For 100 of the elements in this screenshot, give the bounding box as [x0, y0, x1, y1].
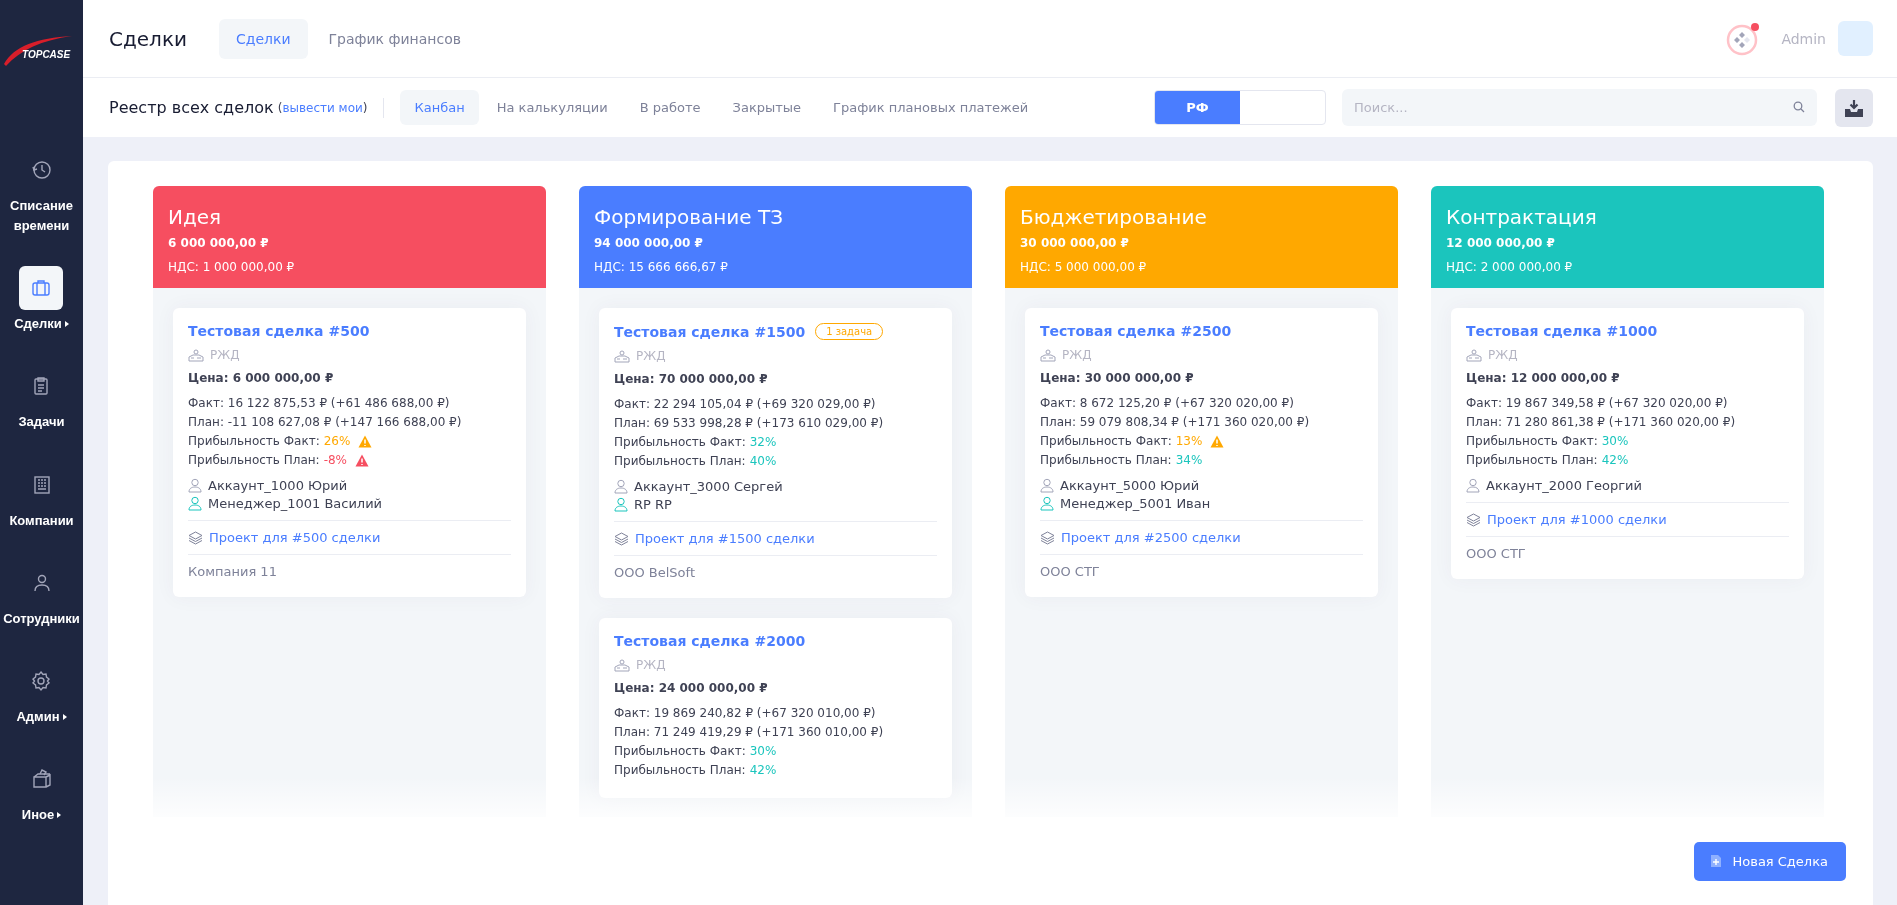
company-name: ООО BelSoft [614, 565, 696, 580]
layers-icon [614, 531, 629, 546]
layers-icon [1466, 512, 1481, 527]
header-tab[interactable]: Сделки [218, 18, 308, 59]
person-name: Аккаунт_3000 Сергей [634, 479, 783, 494]
profit-label: Прибыльность План: [1040, 452, 1172, 469]
fact-amount: Факт: 22 294 105,04 ₽ (+69 320 029,00 ₽) [614, 396, 877, 413]
plan-amount: План: -11 108 627,08 ₽ (+147 166 688,00 ₽) [188, 414, 463, 431]
deal-price: Цена: 6 000 000,00 ₽ [188, 371, 335, 385]
person-icon [614, 479, 628, 494]
deal-title[interactable]: Тестовая сделка #2500 [1040, 323, 1232, 339]
column-title: Бюджетирование [1020, 204, 1208, 231]
fact-amount: Факт: 19 867 349,58 ₽ (+67 320 020,00 ₽) [1466, 395, 1729, 412]
project-link[interactable]: Проект для #2500 сделки [1061, 530, 1241, 545]
notification-icon[interactable] [1725, 21, 1760, 56]
column-vat: НДС: 1 000 000,00 ₽ [168, 260, 296, 274]
profit-value: 42% [1601, 452, 1629, 469]
person-name: Аккаунт_1000 Юрий [208, 478, 348, 493]
deal-title[interactable]: Тестовая сделка #1000 [1466, 323, 1658, 339]
view-tab[interactable]: График плановых платежей [819, 90, 1043, 125]
client-name: РЖД [1488, 348, 1518, 362]
deal-price: Цена: 24 000 000,00 ₽ [614, 681, 769, 695]
client-name: РЖД [636, 349, 666, 363]
project-link[interactable]: Проект для #1000 сделки [1487, 512, 1667, 527]
plan-amount: План: 71 249 419,29 ₽ (+171 360 010,00 ₽) [614, 724, 885, 741]
layers-icon [188, 530, 203, 545]
profit-value: -8% [323, 452, 348, 469]
filter-link[interactable]: вывести мои [282, 100, 363, 115]
sidebar-item[interactable]: Иное [19, 757, 64, 826]
person-icon [1040, 496, 1054, 511]
person-icon [1466, 478, 1480, 493]
deal-price: Цена: 70 000 000,00 ₽ [614, 372, 769, 386]
view-tab[interactable]: В работе [625, 90, 715, 125]
client-name: РЖД [1062, 348, 1092, 362]
person-icon [1040, 478, 1054, 493]
view-tab[interactable]: На калькуляции [482, 90, 622, 125]
column-total: 6 000 000,00 ₽ [168, 236, 270, 250]
page-title: Сделки [109, 26, 187, 51]
view-tab[interactable]: Закрытые [718, 90, 816, 125]
download-icon [1844, 98, 1864, 117]
nav-icon [29, 158, 54, 182]
layers-icon [1040, 530, 1055, 545]
search-field[interactable]: Поиск... [1342, 89, 1817, 126]
profit-label: Прибыльность Факт: [1040, 433, 1172, 450]
profit-value: 13% [1175, 433, 1203, 450]
profit-label: Прибыльность Факт: [614, 743, 746, 760]
deal-title[interactable]: Тестовая сделка #500 [188, 323, 370, 339]
sidebar-item[interactable]: Списание времени [0, 148, 83, 237]
column-title: Идея [168, 204, 223, 231]
deal-price: Цена: 12 000 000,00 ₽ [1466, 371, 1621, 385]
profit-value: 40% [749, 453, 777, 470]
sidebar-item[interactable]: Админ [16, 658, 67, 727]
add-file-icon [1710, 854, 1723, 868]
profit-value: 42% [749, 762, 777, 779]
parenthesis: ( [277, 100, 283, 115]
project-link[interactable]: Проект для #500 сделки [209, 530, 381, 545]
profit-value: 34% [1175, 452, 1203, 469]
client-icon [1466, 348, 1482, 362]
profit-value: 30% [749, 743, 777, 760]
sidebar-item[interactable]: Задачи [18, 364, 65, 433]
project-link[interactable]: Проект для #1500 сделки [635, 531, 815, 546]
plan-amount: План: 59 079 808,34 ₽ (+171 360 020,00 ₽) [1040, 414, 1311, 431]
person-icon [614, 497, 628, 512]
plan-amount: План: 71 280 861,38 ₽ (+171 360 020,00 ₽) [1466, 414, 1737, 431]
client-icon [1040, 348, 1056, 362]
client-icon [614, 349, 630, 363]
region-toggle[interactable]: РФ [1154, 90, 1326, 125]
profit-label: Прибыльность План: [614, 453, 746, 470]
sidebar-item[interactable]: Компании [9, 462, 74, 531]
profit-label: Прибыльность Факт: [1466, 433, 1598, 450]
profit-value: 26% [323, 433, 351, 450]
person-name: RP RP [634, 497, 672, 512]
fact-amount: Факт: 16 122 875,53 ₽ (+61 486 688,00 ₽) [188, 395, 451, 412]
profit-value: 30% [1601, 433, 1629, 450]
header-tab[interactable]: График финансов [311, 18, 478, 59]
column-total: 30 000 000,00 ₽ [1020, 236, 1130, 250]
profit-label: Прибыльность Факт: [614, 434, 746, 451]
client-icon [188, 348, 204, 362]
user-name[interactable]: Admin [1781, 30, 1826, 47]
column-title: Контрактация [1446, 204, 1598, 231]
profit-label: Прибыльность План: [188, 452, 320, 469]
company-name: Компания 11 [188, 564, 278, 579]
column-vat: НДС: 2 000 000,00 ₽ [1446, 260, 1574, 274]
person-name: Аккаунт_2000 Георгий [1486, 478, 1642, 493]
download-button[interactable] [1835, 88, 1873, 127]
sidebar-item[interactable]: Сотрудники [3, 560, 80, 629]
new-deal-button[interactable]: Новая Сделка [1694, 841, 1846, 881]
plan-amount: План: 69 533 998,28 ₽ (+173 610 029,00 ₽) [614, 415, 885, 432]
column-total: 12 000 000,00 ₽ [1446, 236, 1556, 250]
client-name: РЖД [636, 658, 666, 672]
profit-label: Прибыльность Факт: [188, 433, 320, 450]
deal-title[interactable]: Тестовая сделка #1500 [614, 323, 806, 340]
person-icon [188, 496, 202, 511]
view-tab[interactable]: Канбан [400, 90, 479, 125]
fact-amount: Факт: 19 869 240,82 ₽ (+67 320 010,00 ₽) [614, 705, 877, 722]
profit-value: 32% [749, 434, 777, 451]
column-vat: НДС: 15 666 666,67 ₽ [594, 260, 729, 274]
deal-title[interactable]: Тестовая сделка #2000 [614, 633, 806, 649]
parenthesis: ) [362, 100, 368, 115]
person-icon [188, 478, 202, 493]
